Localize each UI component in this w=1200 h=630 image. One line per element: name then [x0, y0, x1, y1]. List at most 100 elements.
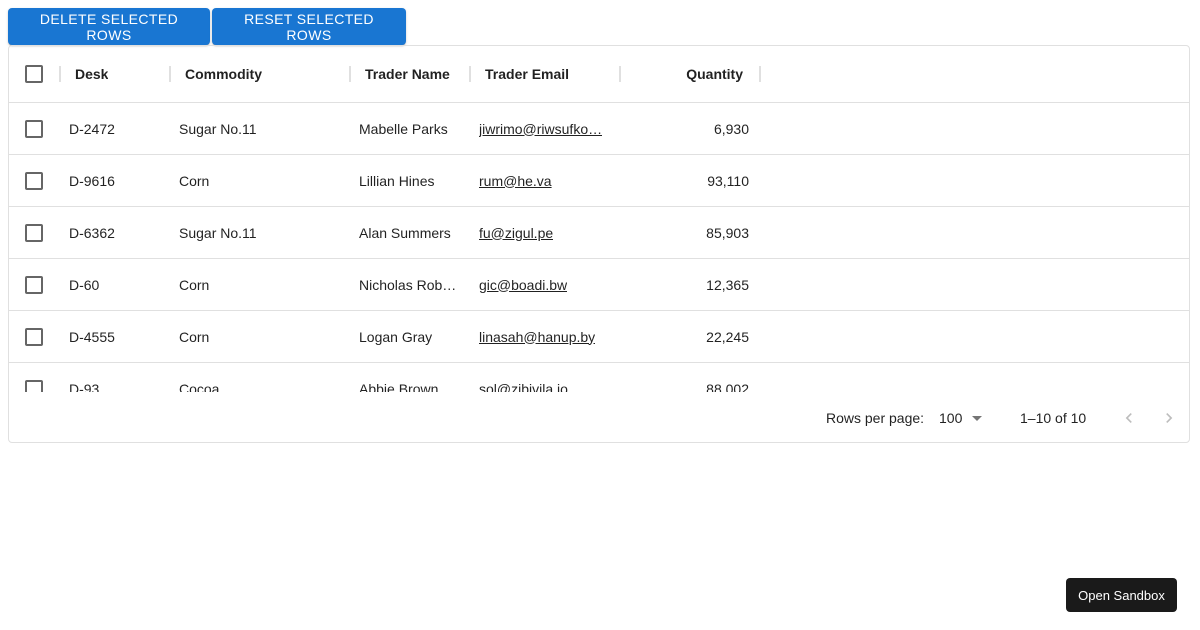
column-header-commodity-label: Commodity [185, 66, 262, 82]
header-checkbox-cell [9, 46, 59, 102]
commodity-value: Corn [179, 328, 210, 345]
quantity-value: 93,110 [707, 172, 749, 189]
column-header-trader-email-label: Trader Email [485, 66, 570, 82]
column-header-quantity[interactable]: Quantity [619, 46, 759, 102]
desk-value: D-93 [69, 380, 100, 393]
trader-name-value: Lillian Hines [359, 172, 435, 189]
commodity-cell[interactable]: Sugar No.11 [169, 103, 349, 154]
quantity-cell[interactable]: 22,245 [619, 311, 759, 362]
trader-name-cell[interactable]: Nicholas Robe… [349, 259, 469, 310]
trader-email-cell[interactable]: linasah@hanup.by [469, 311, 619, 362]
column-header-trader-name[interactable]: Trader Name [349, 46, 469, 102]
column-header-desk-label: Desk [75, 66, 109, 82]
trader-email-link[interactable]: linasah@hanup.by [479, 329, 595, 345]
trader-name-cell[interactable]: Abbie Brown [349, 363, 469, 393]
commodity-cell[interactable]: Corn [169, 259, 349, 310]
desk-value: D-6362 [69, 224, 115, 241]
trader-name-value: Abbie Brown [359, 380, 439, 393]
commodity-value: Sugar No.11 [179, 120, 257, 137]
column-header-quantity-label: Quantity [686, 66, 743, 82]
table-row[interactable]: D-93 Cocoa Abbie Brown sol@zibivila.io 8… [9, 363, 1189, 392]
table-row[interactable]: D-9616 Corn Lillian Hines rum@he.va 93,1… [9, 155, 1189, 207]
quantity-value: 85,903 [706, 224, 749, 241]
quantity-value: 6,930 [713, 120, 749, 137]
trader-email-link[interactable]: gic@boadi.bw [479, 277, 567, 293]
trader-name-value: Nicholas Robe… [359, 276, 459, 293]
quantity-value: 22,245 [706, 328, 749, 345]
row-checkbox[interactable] [25, 171, 43, 190]
row-checkbox[interactable] [25, 275, 43, 294]
desk-value: D-60 [69, 276, 100, 293]
row-checkbox[interactable] [25, 327, 43, 346]
previous-page-button[interactable] [1113, 402, 1145, 434]
desk-cell[interactable]: D-9616 [59, 155, 169, 206]
column-header-trader-email[interactable]: Trader Email [469, 46, 619, 102]
row-checkbox-cell [9, 259, 59, 310]
commodity-value: Cocoa [179, 380, 220, 393]
quantity-cell[interactable]: 6,930 [619, 103, 759, 154]
rows-per-page-label: Rows per page: [826, 410, 925, 426]
commodity-value: Corn [179, 276, 210, 293]
column-header-desk[interactable]: Desk [59, 46, 169, 102]
trader-email-cell[interactable]: gic@boadi.bw [469, 259, 619, 310]
trader-email-cell[interactable]: jiwrimo@riwsufko… [469, 103, 619, 154]
row-checkbox[interactable] [25, 119, 43, 138]
rows-per-page-select[interactable]: 100 [939, 410, 987, 426]
table-row[interactable]: D-60 Corn Nicholas Robe… gic@boadi.bw 12… [9, 259, 1189, 311]
quantity-cell[interactable]: 93,110 [619, 155, 759, 206]
caret-down-icon [972, 415, 983, 421]
data-grid: Desk Commodity Trader Name Trader Email … [8, 45, 1190, 443]
row-checkbox-cell [9, 207, 59, 258]
desk-cell[interactable]: D-93 [59, 363, 169, 393]
desk-cell[interactable]: D-60 [59, 259, 169, 310]
column-header-commodity[interactable]: Commodity [169, 46, 349, 102]
trader-email-cell[interactable]: rum@he.va [469, 155, 619, 206]
chevron-left-icon [1125, 413, 1132, 423]
commodity-value: Sugar No.11 [179, 224, 257, 241]
column-header-trader-name-label: Trader Name [365, 66, 450, 82]
trader-name-cell[interactable]: Logan Gray [349, 311, 469, 362]
grid-header: Desk Commodity Trader Name Trader Email … [9, 46, 1189, 103]
desk-value: D-2472 [69, 120, 115, 137]
row-checkbox-cell [9, 155, 59, 206]
pagination-range: 1–10 of 10 [1020, 410, 1087, 426]
column-separator[interactable] [759, 66, 761, 82]
table-row[interactable]: D-2472 Sugar No.11 Mabelle Parks jiwrimo… [9, 103, 1189, 155]
trader-name-cell[interactable]: Mabelle Parks [349, 103, 469, 154]
commodity-cell[interactable]: Cocoa [169, 363, 349, 393]
trader-email-link[interactable]: fu@zigul.pe [479, 225, 553, 241]
trader-name-cell[interactable]: Lillian Hines [349, 155, 469, 206]
desk-value: D-9616 [69, 172, 115, 189]
quantity-cell[interactable]: 88,002 [619, 363, 759, 393]
quantity-cell[interactable]: 85,903 [619, 207, 759, 258]
trader-email-cell[interactable]: fu@zigul.pe [469, 207, 619, 258]
open-sandbox-button[interactable]: Open Sandbox [1066, 578, 1177, 612]
trader-name-cell[interactable]: Alan Summers [349, 207, 469, 258]
row-checkbox[interactable] [25, 379, 43, 392]
row-checkbox[interactable] [25, 223, 43, 242]
trader-email-link[interactable]: rum@he.va [479, 173, 552, 189]
desk-cell[interactable]: D-2472 [59, 103, 169, 154]
chevron-right-icon [1166, 413, 1173, 423]
select-all-checkbox[interactable] [25, 65, 43, 83]
row-checkbox-cell [9, 103, 59, 154]
next-page-button[interactable] [1153, 402, 1185, 434]
grid-body: D-2472 Sugar No.11 Mabelle Parks jiwrimo… [9, 103, 1189, 392]
desk-cell[interactable]: D-4555 [59, 311, 169, 362]
commodity-cell[interactable]: Corn [169, 311, 349, 362]
trader-name-value: Alan Summers [359, 224, 451, 241]
commodity-value: Corn [179, 172, 210, 189]
reset-selected-rows-button[interactable]: Reset Selected Rows [212, 8, 406, 45]
trader-email-link[interactable]: sol@zibivila.io [479, 381, 568, 393]
commodity-cell[interactable]: Corn [169, 155, 349, 206]
table-row[interactable]: D-6362 Sugar No.11 Alan Summers fu@zigul… [9, 207, 1189, 259]
delete-selected-rows-button[interactable]: Delete Selected Rows [8, 8, 210, 45]
quantity-cell[interactable]: 12,365 [619, 259, 759, 310]
quantity-value: 88,002 [706, 380, 749, 393]
trader-email-link[interactable]: jiwrimo@riwsufko… [479, 121, 602, 137]
table-row[interactable]: D-4555 Corn Logan Gray linasah@hanup.by … [9, 311, 1189, 363]
row-checkbox-cell [9, 311, 59, 362]
commodity-cell[interactable]: Sugar No.11 [169, 207, 349, 258]
trader-email-cell[interactable]: sol@zibivila.io [469, 363, 619, 393]
desk-cell[interactable]: D-6362 [59, 207, 169, 258]
